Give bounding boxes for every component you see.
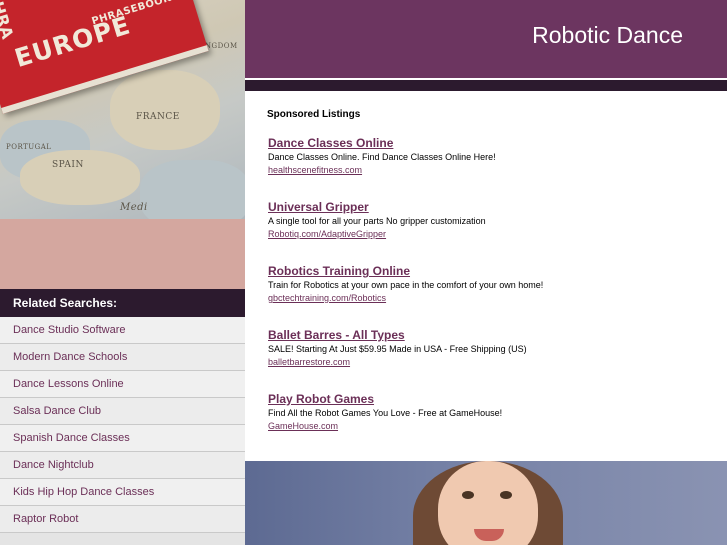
listing-robotics-training-online: Robotics Training Online Train for Robot…	[268, 264, 708, 303]
listing-title[interactable]: Robotics Training Online	[268, 264, 708, 278]
listing-url[interactable]: healthscenefitness.com	[268, 165, 708, 175]
related-item-salsa-dance-club[interactable]: Salsa Dance Club	[0, 398, 245, 425]
listing-title[interactable]: Ballet Barres - All Types	[268, 328, 708, 342]
child-photo	[245, 461, 727, 545]
map-label-medi: Medi	[120, 202, 148, 213]
listing-dance-classes-online: Dance Classes Online Dance Classes Onlin…	[268, 136, 708, 175]
map-label-portugal: PORTUGAL	[6, 143, 52, 151]
header-dark-band	[245, 80, 727, 91]
listing-url[interactable]: balletbarrestore.com	[268, 357, 708, 367]
sponsored-listings-panel: Sponsored Listings Dance Classes Online …	[245, 91, 727, 461]
listing-description: A single tool for all your parts No grip…	[268, 216, 486, 226]
listing-description: Train for Robotics at your own pace in t…	[268, 280, 544, 290]
left-column: UNITED KINGDOM FRANCE PORTUGAL SPAIN Med…	[0, 0, 245, 545]
site-title: Robotic Dance	[532, 22, 683, 48]
related-item-raptor-robot[interactable]: Raptor Robot	[0, 506, 245, 533]
related-searches-heading: Related Searches:	[0, 289, 245, 317]
listing-description: Find All the Robot Games You Love - Free…	[268, 408, 503, 418]
related-item-dance-nightclub[interactable]: Dance Nightclub	[0, 452, 245, 479]
listing-url[interactable]: GameHouse.com	[268, 421, 708, 431]
listing-title[interactable]: Dance Classes Online	[268, 136, 708, 150]
book-title: EUROPE	[11, 10, 134, 73]
listing-title[interactable]: Play Robot Games	[268, 392, 708, 406]
related-searches-list: Dance Studio Software Modern Dance Schoo…	[0, 317, 245, 533]
book-spine-text: PHRA	[0, 0, 18, 42]
listing-universal-gripper: Universal Gripper A single tool for all …	[268, 200, 708, 239]
pink-block	[0, 219, 245, 289]
listing-ballet-barres: Ballet Barres - All Types SALE! Starting…	[268, 328, 708, 367]
map-label-france: FRANCE	[136, 112, 180, 122]
site-header: Robotic Dance	[245, 0, 727, 78]
listing-title[interactable]: Universal Gripper	[268, 200, 708, 214]
related-item-dance-studio-software[interactable]: Dance Studio Software	[0, 317, 245, 344]
listing-url[interactable]: gbctechtraining.com/Robotics	[268, 293, 708, 303]
listing-url[interactable]: Robotiq.com/AdaptiveGripper	[268, 229, 708, 239]
page: UNITED KINGDOM FRANCE PORTUGAL SPAIN Med…	[0, 0, 727, 545]
listing-description: Dance Classes Online. Find Dance Classes…	[268, 152, 496, 162]
map-label-spain: SPAIN	[52, 160, 84, 170]
related-item-dance-lessons-online[interactable]: Dance Lessons Online	[0, 371, 245, 398]
listing-play-robot-games: Play Robot Games Find All the Robot Game…	[268, 392, 708, 431]
related-item-modern-dance-schools[interactable]: Modern Dance Schools	[0, 344, 245, 371]
child-face	[438, 461, 538, 545]
sponsored-listings-heading: Sponsored Listings	[267, 109, 361, 120]
related-item-kids-hip-hop[interactable]: Kids Hip Hop Dance Classes	[0, 479, 245, 506]
listing-description: SALE! Starting At Just $59.95 Made in US…	[268, 344, 527, 354]
europe-map-photo: UNITED KINGDOM FRANCE PORTUGAL SPAIN Med…	[0, 0, 245, 219]
related-item-spanish-dance-classes[interactable]: Spanish Dance Classes	[0, 425, 245, 452]
